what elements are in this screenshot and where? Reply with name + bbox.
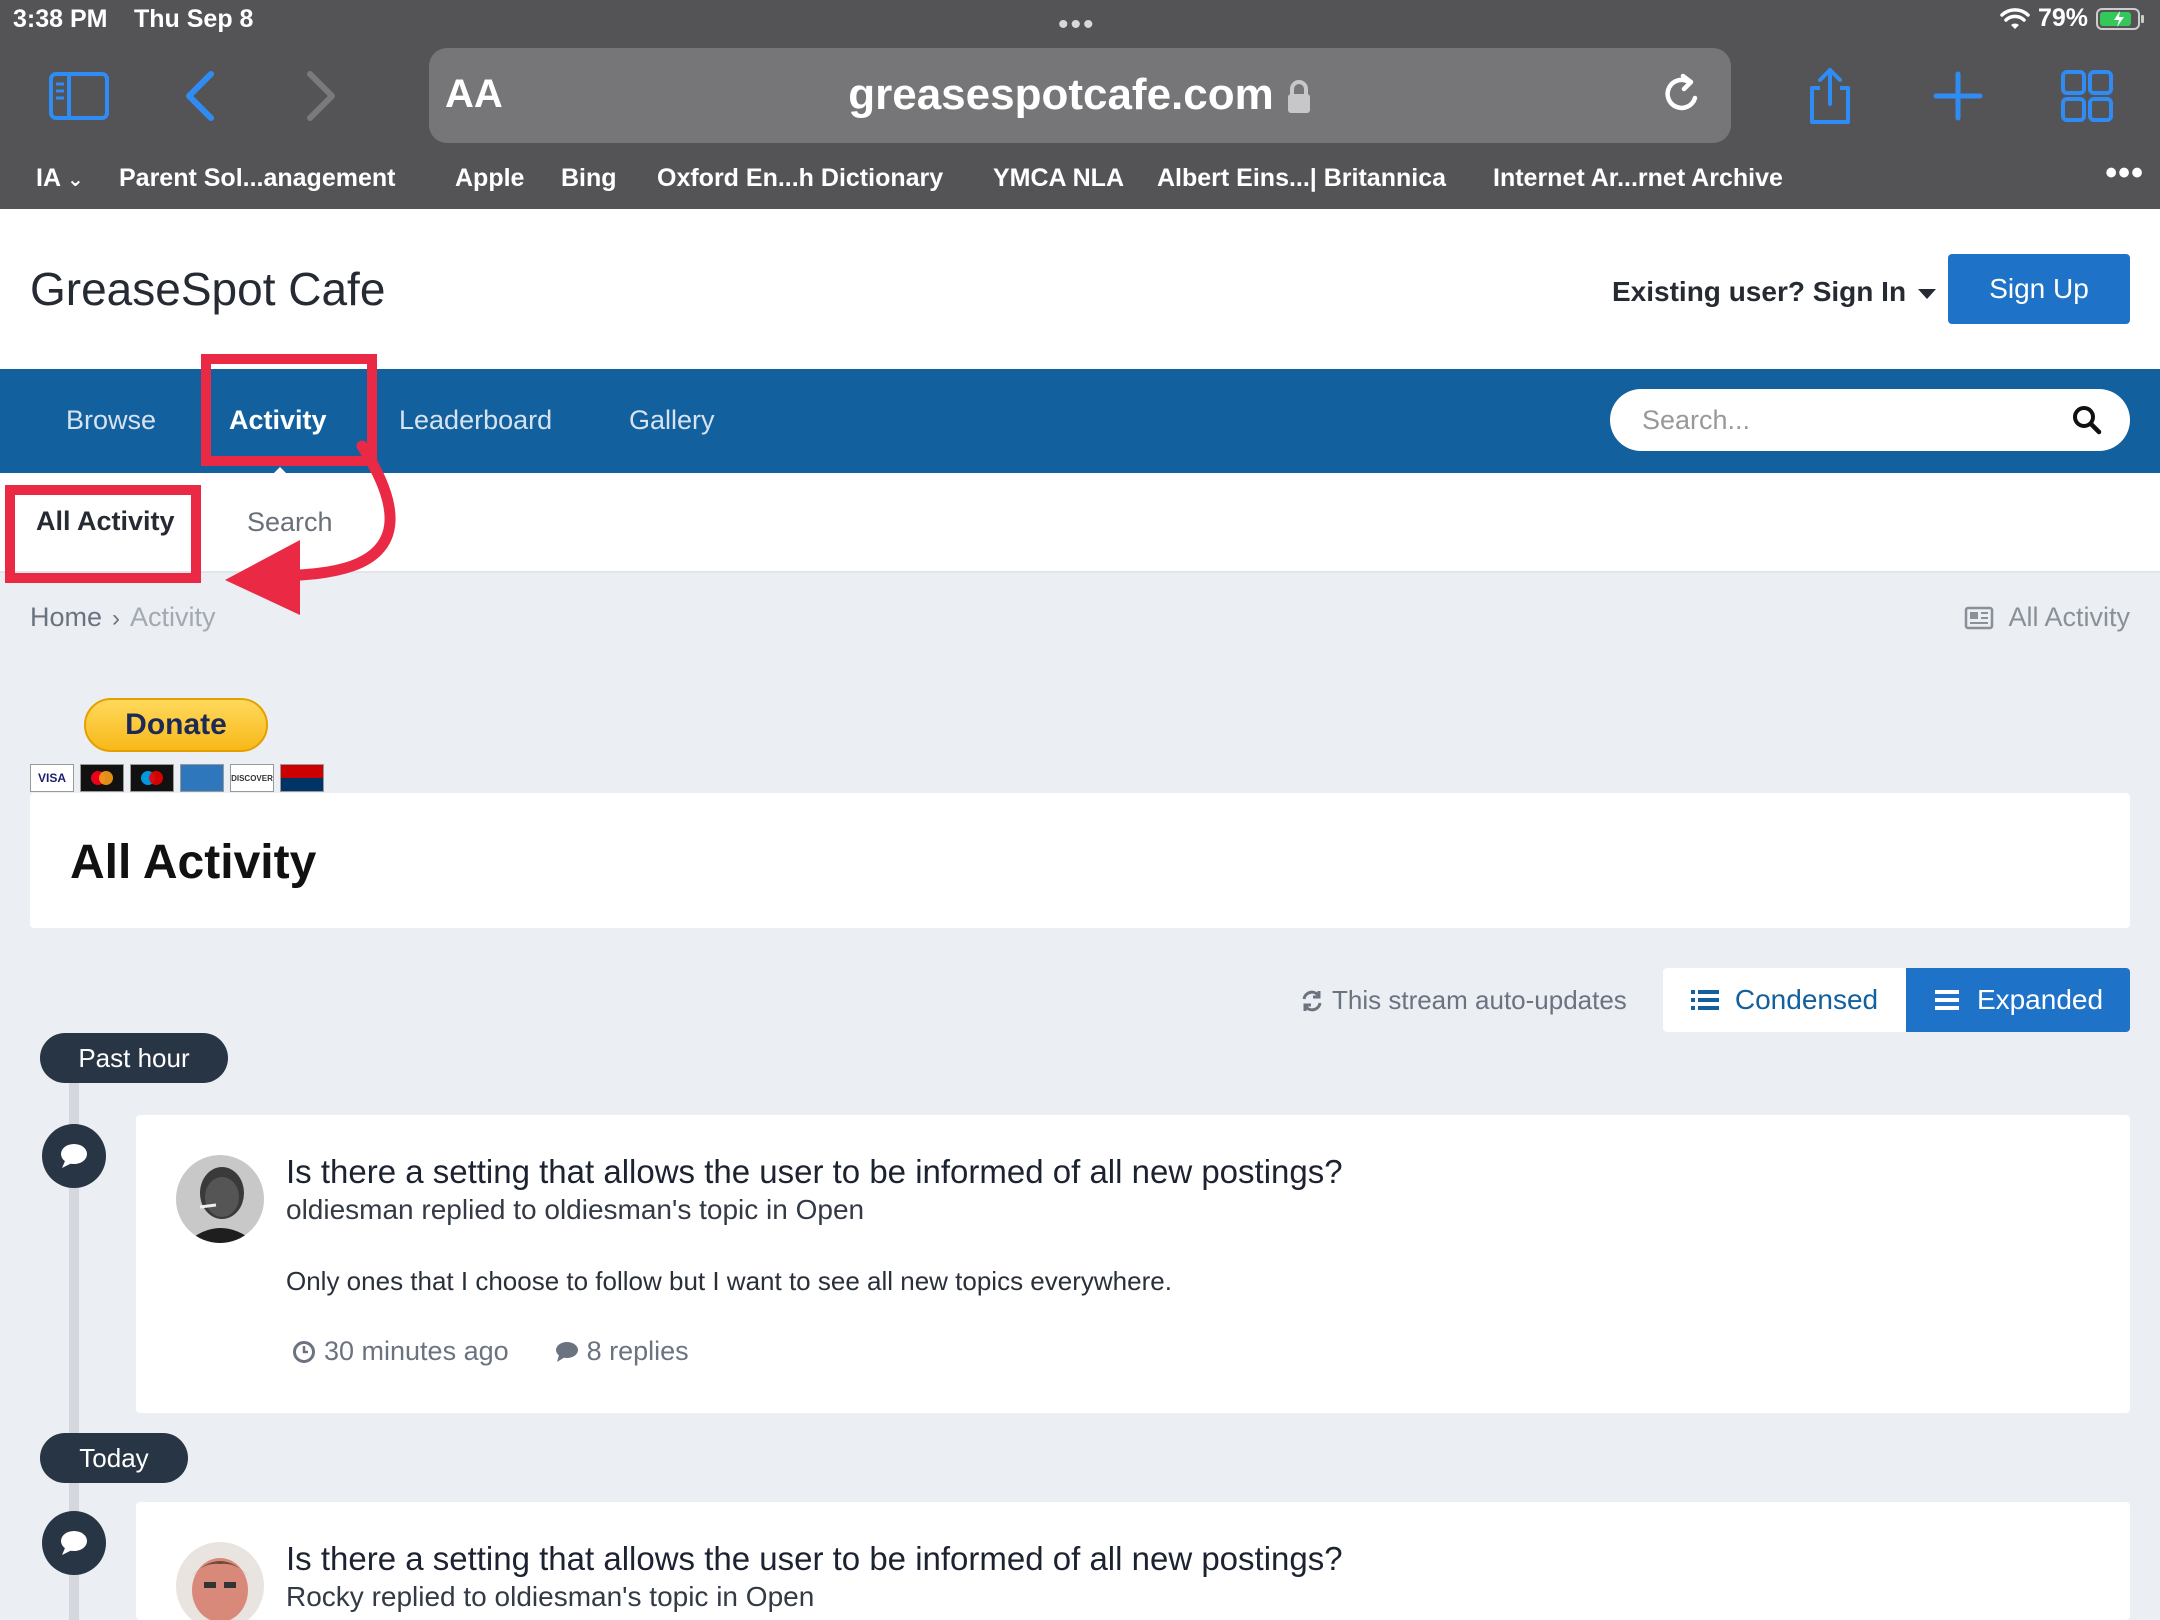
back-button[interactable]: [168, 65, 238, 127]
battery-charging-icon: [2096, 7, 2144, 30]
newspaper-icon: [1965, 606, 1994, 629]
expanded-label: Expanded: [1976, 984, 2104, 1015]
tab-overview-button[interactable]: [2052, 65, 2122, 127]
donate-button[interactable]: Donate: [84, 698, 268, 752]
annotation-box-all-activity: [5, 485, 201, 583]
entry-meta: oldiesman replied to oldiesman's topic i…: [286, 1194, 865, 1225]
share-button[interactable]: [1795, 65, 1865, 127]
bookmark-folder-ia[interactable]: IA ⌄: [36, 164, 84, 193]
refresh-icon: [1302, 990, 1322, 1011]
nav-leaderboard[interactable]: Leaderboard: [399, 405, 552, 436]
subnav-search[interactable]: Search: [247, 507, 333, 538]
bookmark-item[interactable]: YMCA NLA: [993, 164, 1124, 193]
status-date: Thu Sep 8: [134, 5, 254, 33]
bookmarks-bar: IA ⌄ Parent Sol...anagement Apple Bing O…: [0, 154, 2160, 198]
forward-button[interactable]: [283, 65, 353, 127]
clock-icon: [293, 1340, 315, 1363]
bookmark-item[interactable]: Bing: [561, 164, 617, 193]
activity-entry: Is there a setting that allows the user …: [136, 1115, 2130, 1413]
page-title: All Activity: [70, 836, 317, 889]
multitasking-dots-icon[interactable]: •••: [1058, 10, 1096, 40]
expanded-view-button[interactable]: Expanded: [1906, 968, 2130, 1032]
visa-card-icon: VISA: [30, 764, 74, 792]
time-group-label: Today: [40, 1433, 188, 1483]
plus-icon: [1933, 71, 1983, 121]
entry-meta: Rocky replied to oldiesman's topic in Op…: [286, 1581, 815, 1612]
chevron-down-icon: ⌄: [67, 169, 84, 191]
bookmark-item[interactable]: Oxford En...h Dictionary: [657, 164, 943, 193]
sub-nav: All Activity Search: [0, 473, 2160, 573]
nav-browse[interactable]: Browse: [66, 405, 156, 436]
more-bookmarks-icon[interactable]: •••: [2105, 154, 2144, 193]
chevron-right-icon: ›: [112, 605, 121, 632]
site-title[interactable]: GreaseSpot Cafe: [30, 262, 385, 316]
sidebar-icon: [49, 72, 109, 120]
payment-cards: VISA DISCOVER: [30, 764, 324, 792]
all-activity-link-label: All Activity: [2008, 602, 2130, 632]
chevron-right-icon: [307, 71, 335, 121]
mastercard-card-icon: [80, 764, 124, 792]
annotation-box-activity: [201, 354, 377, 466]
bookmark-item[interactable]: Parent Sol...anagement: [119, 164, 395, 193]
condensed-label: Condensed: [1734, 984, 1879, 1015]
comment-icon: [42, 1511, 106, 1575]
status-indicators: 79%: [2000, 4, 2146, 33]
reload-icon[interactable]: [1657, 70, 1705, 120]
status-time: 3:38 PM: [13, 5, 108, 33]
sign-in-link[interactable]: Existing user? Sign In: [1612, 276, 1937, 308]
all-activity-link[interactable]: All Activity: [1964, 602, 2130, 633]
sign-up-button[interactable]: Sign Up: [1948, 254, 2130, 324]
entry-snippet: Only ones that I choose to follow but I …: [286, 1266, 1172, 1296]
auto-update-indicator: This stream auto-updates: [1300, 985, 1627, 1016]
entry-time: 30 minutes ago: [292, 1336, 509, 1367]
card-icon: [280, 764, 324, 792]
browser-chrome: 3:38 PM Thu Sep 8 ••• 79% AA greasespotc…: [0, 0, 2160, 209]
chevron-left-icon: [186, 71, 214, 121]
entry-replies[interactable]: 8 replies: [555, 1336, 689, 1367]
url-display[interactable]: greasespotcafe.com: [429, 70, 1731, 120]
comment-icon: [555, 1341, 578, 1362]
wifi-icon: [2000, 7, 2030, 29]
time-group-label: Past hour: [40, 1033, 228, 1083]
condensed-view-button[interactable]: Condensed: [1663, 968, 1906, 1032]
breadcrumb: Home › Activity: [30, 602, 216, 633]
bookmark-item[interactable]: Apple: [455, 164, 524, 193]
list-icon: [1690, 990, 1719, 1010]
nav-gallery[interactable]: Gallery: [629, 405, 715, 436]
page-header: All Activity: [30, 793, 2130, 928]
discover-card-icon: DISCOVER: [230, 764, 274, 792]
avatar[interactable]: [176, 1542, 264, 1620]
site-header: GreaseSpot Cafe Existing user? Sign In S…: [0, 209, 2160, 369]
search-icon[interactable]: [2072, 405, 2102, 435]
entry-title[interactable]: Is there a setting that allows the user …: [286, 1153, 1343, 1191]
amex-card-icon: [180, 764, 224, 792]
breadcrumb-current: Activity: [130, 602, 216, 632]
tab-grid-icon: [2061, 70, 2113, 122]
avatar[interactable]: [176, 1155, 264, 1243]
lock-icon: [1287, 80, 1310, 114]
site-search[interactable]: [1610, 389, 2130, 451]
comment-icon: [42, 1124, 106, 1188]
new-tab-button[interactable]: [1923, 65, 1993, 127]
bookmark-item[interactable]: Internet Ar...rnet Archive: [1493, 164, 1783, 193]
url-text: greasespotcafe.com: [848, 70, 1274, 119]
activity-entry: Is there a setting that allows the user …: [136, 1502, 2130, 1620]
sidebar-toggle-button[interactable]: [44, 65, 114, 127]
entry-stats: 30 minutes ago 8 replies: [292, 1336, 689, 1367]
maestro-card-icon: [130, 764, 174, 792]
battery-percent: 79%: [2037, 4, 2088, 32]
menu-lines-icon: [1934, 990, 1959, 1010]
caret-down-icon: [1918, 288, 1937, 299]
share-icon: [1810, 68, 1850, 124]
bookmark-item[interactable]: Albert Eins...| Britannica: [1157, 164, 1446, 193]
entry-title[interactable]: Is there a setting that allows the user …: [286, 1540, 1343, 1578]
address-bar[interactable]: AA greasespotcafe.com: [429, 48, 1731, 143]
auto-update-text: This stream auto-updates: [1332, 985, 1627, 1015]
breadcrumb-home[interactable]: Home: [30, 602, 102, 632]
search-input[interactable]: [1642, 401, 2042, 439]
